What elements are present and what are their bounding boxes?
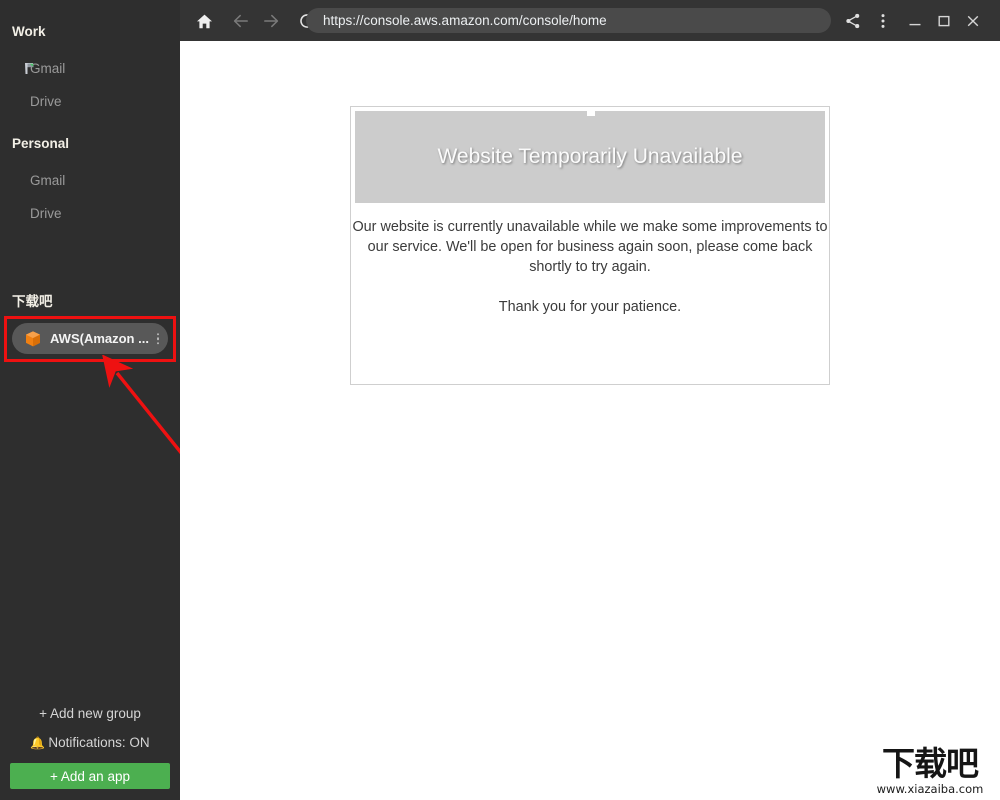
notifications-label: Notifications: ON bbox=[48, 735, 150, 750]
error-paragraph-1: Our website is currently unavailable whi… bbox=[352, 219, 828, 275]
sidebar-item-label: Drive bbox=[30, 93, 62, 109]
sidebar-item-aws[interactable]: AWS(Amazon ... bbox=[12, 323, 168, 354]
sidebar-item-personal-drive[interactable]: Drive bbox=[0, 202, 180, 224]
arrow-left-icon[interactable] bbox=[230, 10, 252, 32]
error-paragraph-2: Thank you for your patience. bbox=[498, 299, 682, 315]
add-new-group-button[interactable]: + Add new group bbox=[0, 706, 180, 721]
sidebar-item-personal-gmail[interactable]: Gmail bbox=[0, 169, 180, 191]
share-icon[interactable] bbox=[842, 10, 864, 32]
browser-window: https://console.aws.amazon.com/console/h… bbox=[180, 0, 1000, 800]
sidebar-item-label: AWS(Amazon ... bbox=[50, 331, 149, 346]
group-title-work: Work bbox=[12, 24, 46, 39]
group-title-downloads: 下载吧 bbox=[12, 294, 53, 309]
sidebar-item-label: Drive bbox=[30, 205, 62, 221]
sidebar-item-label: Gmail bbox=[30, 172, 66, 188]
watermark: 下载吧 www.xiazaiba.com bbox=[864, 746, 996, 796]
browser-toolbar: https://console.aws.amazon.com/console/h… bbox=[180, 0, 1000, 41]
page-title: Website Temporarily Unavailable bbox=[437, 145, 743, 168]
address-bar[interactable]: https://console.aws.amazon.com/console/h… bbox=[306, 8, 831, 33]
watermark-url: www.xiazaiba.com bbox=[876, 782, 984, 796]
close-icon[interactable] bbox=[962, 10, 984, 32]
header-notch bbox=[587, 111, 595, 116]
sidebar-item-work-gmail[interactable]: Gmail bbox=[0, 57, 180, 79]
watermark-logo-text: 下载吧 bbox=[882, 744, 979, 783]
gmail-shortcut-icon bbox=[23, 61, 38, 76]
home-icon[interactable] bbox=[193, 10, 215, 32]
error-page-card: Website Temporarily Unavailable Our webs… bbox=[350, 106, 830, 385]
add-an-app-button[interactable]: + Add an app bbox=[10, 763, 170, 789]
aws-cube-icon bbox=[24, 330, 42, 348]
error-page-body: Our website is currently unavailable whi… bbox=[351, 217, 829, 317]
minimize-icon[interactable] bbox=[904, 10, 926, 32]
group-title-personal: Personal bbox=[12, 136, 70, 151]
maximize-icon[interactable] bbox=[933, 10, 955, 32]
kebab-menu-icon[interactable] bbox=[872, 10, 894, 32]
url-text: https://console.aws.amazon.com/console/h… bbox=[323, 13, 607, 28]
notifications-toggle[interactable]: 🔔 Notifications: ON bbox=[0, 735, 180, 750]
sidebar-item-work-drive[interactable]: Drive bbox=[0, 90, 180, 112]
app-sidebar: Work Gmail Drive Personal Gmail Drive 下载… bbox=[0, 0, 217, 800]
bell-icon: 🔔 bbox=[30, 736, 46, 750]
kebab-menu-icon[interactable] bbox=[156, 332, 159, 345]
arrow-right-icon[interactable] bbox=[260, 10, 282, 32]
error-page-header: Website Temporarily Unavailable bbox=[355, 111, 825, 203]
